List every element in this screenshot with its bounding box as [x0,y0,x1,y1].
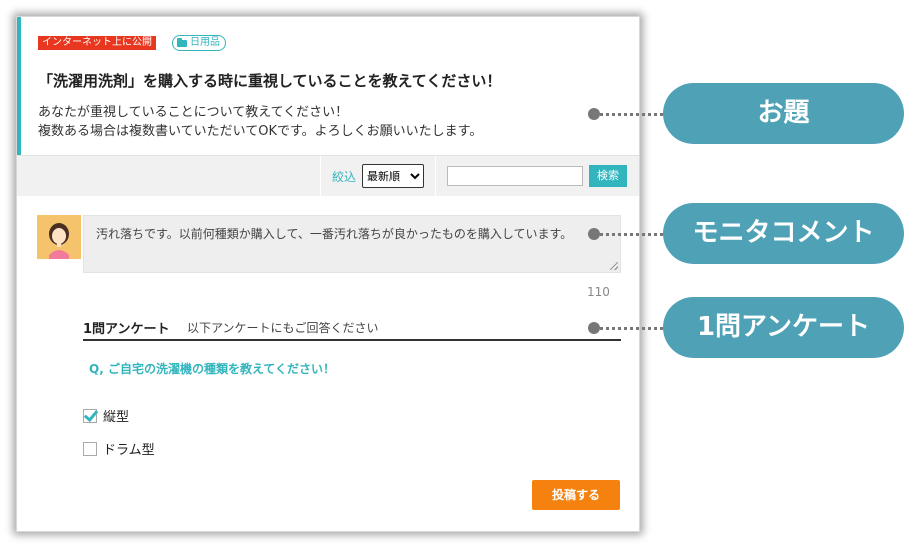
option-vertical[interactable]: 縦型 [83,406,129,425]
survey-question: Q, ご自宅の洗濯機の種類を教えてください！ [89,362,335,376]
checkbox-unchecked-icon[interactable] [83,441,97,456]
option-label: ドラム型 [103,443,155,458]
callout-leader [600,327,663,330]
callout-leader [600,113,663,116]
char-count: 110 [587,285,610,299]
filter-label: 絞込 [332,170,357,184]
callout-leader [600,233,663,236]
description-line-1: あなたが重視していることについて教えてください！ [38,105,349,120]
callout-dot [588,322,600,334]
option-drum[interactable]: ドラム型 [83,439,155,458]
option-label: 縦型 [103,410,130,425]
category-badge[interactable]: 日用品 [172,35,226,51]
callout-topic: お題 [663,83,904,144]
topic-title: 「洗濯用洗剤」を購入する時に重視していることを教えてください！ [38,72,502,90]
sort-select[interactable]: 最新順 [362,164,424,188]
submit-button[interactable]: 投稿する [532,480,620,510]
callout-comment: モニタコメント [663,203,904,264]
callout-survey: 1問アンケート [663,297,904,358]
resize-handle-icon[interactable] [610,262,618,270]
comment-text: 汚れ落ちです。以前何種類か購入して、一番汚れ落ちが良かったものを購入しています。 [96,227,573,241]
search-button[interactable]: 検索 [589,165,627,187]
survey-title: 1問アンケート [83,322,170,337]
avatar [37,215,81,259]
topic-card: インターネット上に公開 日用品 「洗濯用洗剤」を購入する時に重視していることを教… [16,16,640,532]
topic-description: あなたが重視していることについて教えてください！ 複数ある場合は複数書いていただ… [38,103,482,141]
checkbox-checked-icon[interactable] [83,408,97,423]
filter-divider [320,156,321,196]
survey-subtitle: 以下アンケートにもご回答ください [187,321,379,335]
folder-icon [177,37,187,47]
category-label: 日用品 [190,37,220,48]
survey-header: 1問アンケート 以下アンケートにもご回答ください [83,313,621,341]
callout-dot [588,228,600,240]
filter-bar: 絞込 最新順 検索 [17,155,639,196]
topic-section: インターネット上に公開 日用品 「洗濯用洗剤」を購入する時に重視していることを教… [17,17,639,155]
callout-dot [588,108,600,120]
public-badge: インターネット上に公開 [38,36,156,50]
search-input[interactable] [447,166,583,186]
comment-textarea[interactable]: 汚れ落ちです。以前何種類か購入して、一番汚れ落ちが良かったものを購入しています。 [83,215,621,273]
description-line-2: 複数ある場合は複数書いていただいてOKです。よろしくお願いいたします。 [38,124,483,139]
filter-divider [435,156,436,196]
avatar-girl-icon [37,215,81,259]
